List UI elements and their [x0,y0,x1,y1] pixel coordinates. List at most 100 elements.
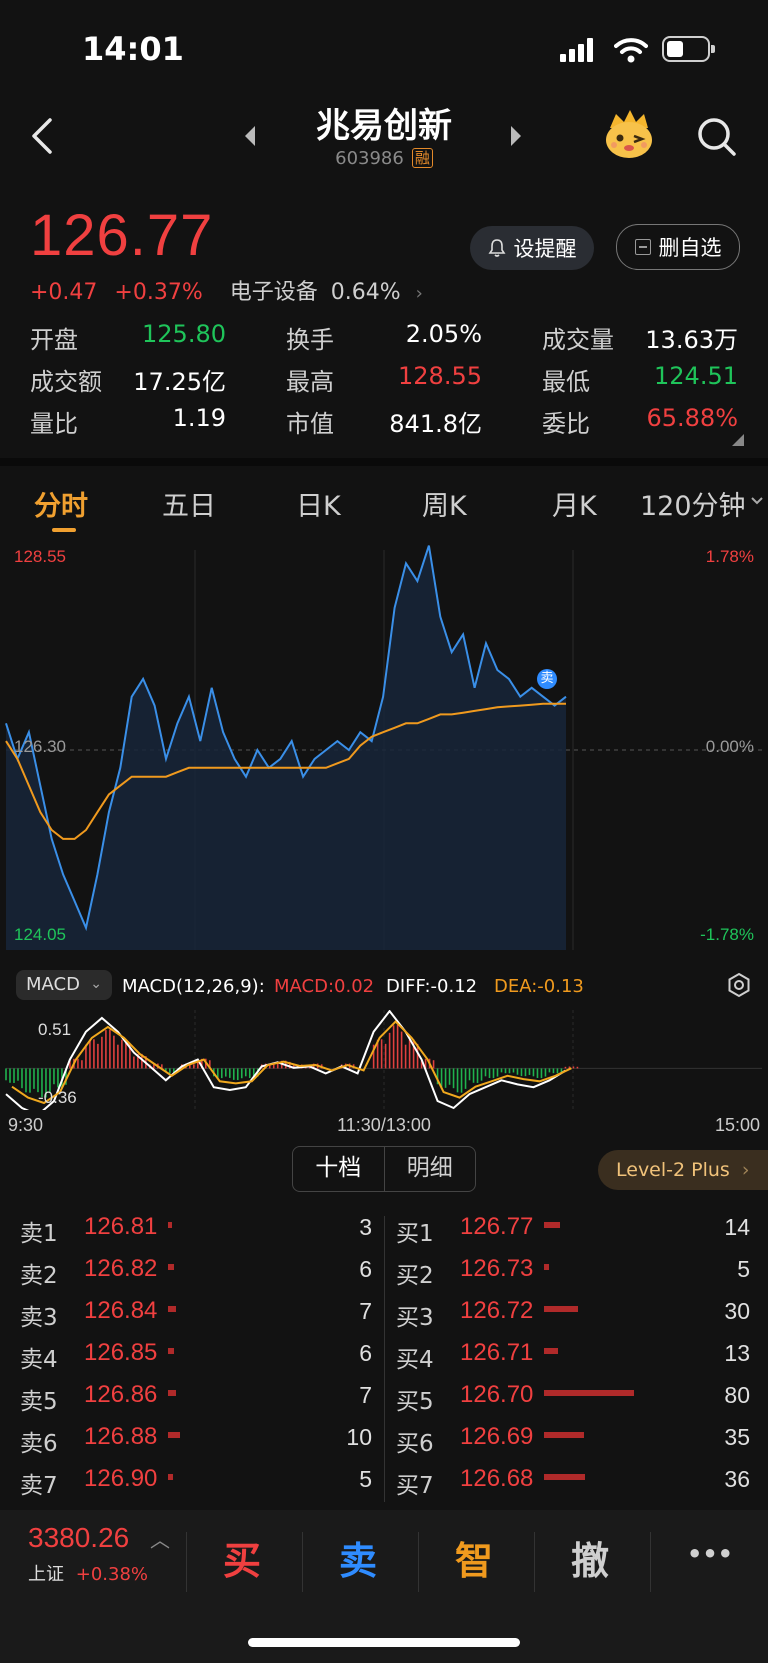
buy-order-row[interactable]: 买1 126.77 14 [376,1208,756,1248]
stat-label: 量比 [30,410,78,438]
chevron-right-icon: › [741,1159,750,1181]
sell-level-volume: 5 [359,1466,372,1492]
buy-order-row[interactable]: 买6 126.69 35 [376,1418,756,1458]
time-mid-label: 11:30/13:00 [337,1115,431,1135]
sell-order-row[interactable]: 卖3 126.84 7 [0,1292,380,1332]
change-row[interactable]: +0.47 +0.37% 电子设备 0.64% › [30,274,423,306]
buy-volume-bar [544,1474,585,1480]
macd-params: MACD(12,26,9): [122,976,265,997]
intraday-chart[interactable] [0,540,768,960]
battery-icon [662,36,715,62]
next-stock-icon[interactable] [508,124,524,148]
tab-3[interactable]: 周K [422,484,467,523]
buy-level-volume: 5 [737,1256,750,1282]
price-change-pct: +0.37% [114,280,203,305]
buy-order-row[interactable]: 买2 126.73 5 [376,1250,756,1290]
buy-order-row[interactable]: 买3 126.72 30 [376,1292,756,1332]
index-quote[interactable]: 3380.26 ︿ 上证 +0.38% [28,1522,188,1602]
stat-label: 换手 [286,326,334,354]
bell-icon [488,239,505,257]
tab-ten-levels[interactable]: 十档 [293,1147,385,1191]
buy-level-volume: 35 [724,1424,750,1450]
status-time: 14:01 [82,30,184,68]
buy-order-row[interactable]: 买4 126.71 13 [376,1334,756,1374]
buy-level-volume: 14 [724,1214,750,1240]
buy-volume-bar [544,1264,550,1270]
remove-watchlist-label: 删自选 [658,236,722,260]
tab-details[interactable]: 明细 [385,1147,476,1191]
tab-2[interactable]: 日K [296,484,341,523]
tab-1[interactable]: 五日 [162,484,216,523]
stat-label: 成交额 [30,368,102,396]
expand-corner-icon[interactable] [732,434,744,446]
search-icon[interactable] [696,116,738,158]
stat-label: 市值 [286,410,334,438]
sell-volume-bar [168,1264,175,1270]
sell-level-label: 卖7 [20,1473,58,1499]
buy-level-price: 126.68 [460,1465,534,1492]
settings-icon[interactable] [726,972,752,998]
sell-level-label: 卖2 [20,1263,58,1289]
buy-volume-bar [544,1222,561,1228]
buy-level-price: 126.70 [460,1381,534,1408]
buy-level-label: 买1 [396,1221,434,1247]
remove-watchlist-button[interactable]: 删自选 [616,224,740,270]
buy-order-row[interactable]: 买7 126.68 36 [376,1460,756,1500]
tab-0[interactable]: 分时 [34,484,88,523]
sell-level-price: 126.82 [84,1255,158,1282]
set-alert-button[interactable]: 设提醒 [470,226,594,270]
more-button[interactable]: ••• [670,1540,750,1568]
tab-5[interactable]: 120分钟 [640,484,746,523]
margin-badge: 融 [411,148,433,168]
mascot-icon[interactable] [602,108,656,160]
sell-volume-bar [168,1432,180,1438]
macd-header: MACD ⌄ MACD(12,26,9): MACD:0.02 DIFF:-0.… [0,960,768,1010]
chevron-down-icon[interactable] [750,496,764,506]
buy-level-label: 买5 [396,1389,434,1415]
sell-level-price: 126.85 [84,1339,158,1366]
chevron-down-icon: ⌄ [90,976,102,992]
macd-selector-label: MACD [26,974,80,995]
stock-code: 603986 [335,148,404,169]
macd-chart[interactable] [0,1010,768,1110]
buy-order-row[interactable]: 买5 126.70 80 [376,1376,756,1416]
tab-4[interactable]: 月K [552,484,597,523]
sell-level-volume: 6 [359,1256,372,1282]
dea-value: DEA:-0.13 [494,976,584,997]
buy-level-price: 126.71 [460,1339,534,1366]
level2-plus-button[interactable]: Level-2 Plus › [598,1150,768,1190]
level2-plus-label: Level-2 Plus [616,1159,730,1181]
pct-high-label: 1.78% [705,547,754,566]
sell-level-volume: 3 [359,1214,372,1240]
price-mid-label: 126.30 [14,737,66,756]
sell-order-row[interactable]: 卖4 126.85 6 [0,1334,380,1374]
smart-button[interactable]: 智 [434,1530,514,1585]
macd-selector[interactable]: MACD ⌄ [16,970,112,1000]
separator [186,1532,187,1592]
signal-icon [560,38,596,62]
sell-order-row[interactable]: 卖5 126.86 7 [0,1376,380,1416]
sell-order-row[interactable]: 卖2 126.82 6 [0,1250,380,1290]
stat-value: 17.25亿 [133,368,226,396]
buy-level-label: 买4 [396,1347,434,1373]
pct-low-label: -1.78% [700,925,754,944]
buy-level-label: 买3 [396,1305,434,1331]
stat-value: 1.19 [172,404,226,432]
macd-value: MACD:0.02 [274,976,375,997]
macd-axis-bottom: -0.36 [38,1088,77,1107]
buy-level-label: 买2 [396,1263,434,1289]
price-change: +0.47 [30,280,98,305]
sell-order-row[interactable]: 卖7 126.90 5 [0,1460,380,1500]
buy-volume-bar [544,1432,584,1438]
cancel-order-button[interactable]: 撤 [550,1530,630,1585]
buy-button[interactable]: 买 [202,1530,282,1585]
sell-volume-bar [168,1306,177,1312]
sell-order-row[interactable]: 卖6 126.88 10 [0,1418,380,1458]
sell-order-row[interactable]: 卖1 126.81 3 [0,1208,380,1248]
set-alert-label: 设提醒 [513,237,577,261]
price-area [6,545,566,950]
sell-button[interactable]: 卖 [318,1530,398,1585]
sell-marker[interactable]: 卖 [537,669,557,689]
stat-value: 841.8亿 [389,410,482,438]
sell-level-price: 126.88 [84,1423,158,1450]
